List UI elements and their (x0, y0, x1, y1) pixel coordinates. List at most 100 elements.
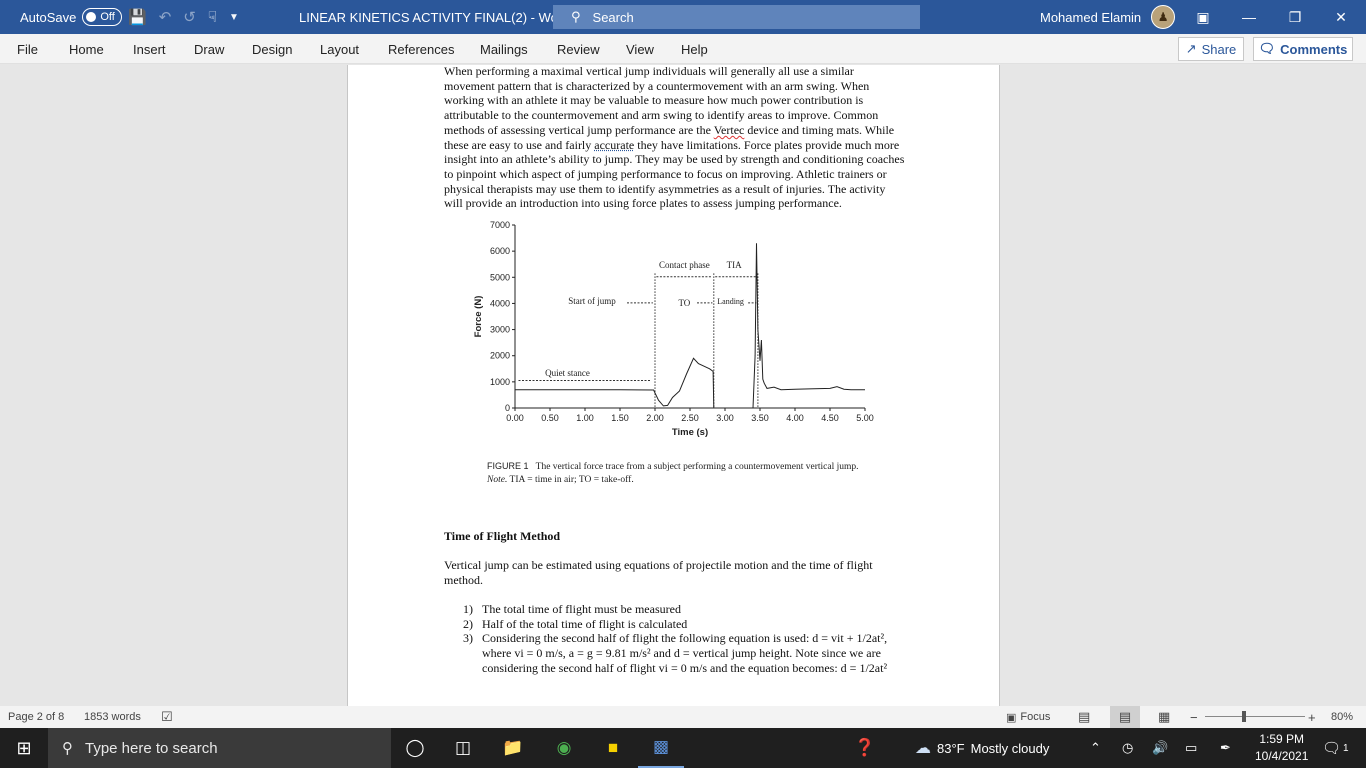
clock-time: 1:59 PM (1259, 732, 1305, 746)
caption-label: FIGURE 1 (487, 461, 529, 471)
tab-help[interactable]: Help (681, 34, 708, 64)
tab-design[interactable]: Design (252, 34, 292, 64)
proofing-icon[interactable]: ☑ (161, 706, 173, 728)
cloud-icon: ☁ (915, 740, 931, 757)
comments-button[interactable]: 🗨 Comments (1253, 37, 1353, 61)
share-icon: ↗ (1185, 41, 1197, 56)
word-count[interactable]: 1853 words (84, 706, 141, 728)
autosave-state: Off (100, 11, 115, 23)
zoom-slider-track[interactable] (1205, 716, 1305, 717)
document-canvas[interactable]: When performing a maximal vertical jump … (0, 65, 1366, 706)
windows-taskbar: ⊞ ⚲ Type here to search ◯ ◫ 📁 ◉ ■ ▩ ❓ ☁ 8… (0, 728, 1366, 768)
ribbon-display-options-icon[interactable]: ▣ (1180, 9, 1226, 26)
autosave-toggle[interactable]: Off (82, 8, 122, 26)
tab-insert[interactable]: Insert (133, 34, 166, 64)
x-tick-label: 0.00 (506, 413, 524, 423)
caption-note-text: TIA = time in air; TO = take-off. (507, 474, 634, 485)
tab-draw[interactable]: Draw (194, 34, 224, 64)
restore-icon[interactable]: ❐ (1272, 9, 1318, 26)
minimize-icon[interactable]: — (1226, 9, 1272, 25)
pen-icon[interactable]: ✒ (1220, 728, 1231, 768)
x-tick-label: 1.00 (576, 413, 594, 423)
x-tick-label: 5.00 (856, 413, 874, 423)
page-count[interactable]: Page 2 of 8 (8, 706, 64, 728)
file-explorer-icon[interactable]: 📁 (490, 728, 536, 768)
avatar[interactable]: ♟ (1151, 5, 1176, 29)
chrome-icon[interactable]: ◉ (541, 728, 587, 768)
user-account[interactable]: Mohamed Elamin ♟ (1040, 0, 1176, 34)
list-item[interactable]: 3) Considering the second half of flight … (463, 631, 893, 675)
autosave-control[interactable]: AutoSave Off (20, 0, 122, 34)
windows-logo-icon: ⊞ (16, 737, 32, 758)
volume-icon[interactable]: 🔊 (1152, 728, 1168, 768)
section-heading: Time of Flight Method (444, 529, 561, 543)
notifications-button[interactable]: 🗨 1 (1322, 728, 1349, 768)
y-tick-label: 3000 (490, 325, 510, 335)
zoom-in-button[interactable]: + (1308, 706, 1316, 728)
intro-paragraph[interactable]: When performing a maximal vertical jump … (444, 65, 906, 211)
weather-widget[interactable]: ☁ 83°F Mostly cloudy (915, 728, 1049, 768)
print-layout-icon[interactable]: ▤ (1110, 706, 1140, 728)
annotation-start-of-jump: Start of jump (568, 296, 616, 306)
comments-label: Comments (1280, 41, 1348, 57)
read-mode-icon[interactable]: ▤ (1078, 706, 1090, 728)
clock[interactable]: 1:59 PM 10/4/2021 (1255, 728, 1308, 768)
method-paragraph[interactable]: Vertical jump can be estimated using equ… (444, 558, 906, 587)
share-button[interactable]: ↗ Share (1178, 37, 1244, 61)
zoom-out-button[interactable]: − (1190, 706, 1198, 728)
show-hidden-icons[interactable]: ⌃ (1090, 728, 1101, 768)
tab-home[interactable]: Home (69, 34, 104, 64)
undo-icon[interactable]: ↶ (159, 8, 172, 26)
tab-review[interactable]: Review (557, 34, 600, 64)
document-page[interactable]: When performing a maximal vertical jump … (347, 65, 1000, 706)
x-tick-label: 1.50 (611, 413, 629, 423)
help-icon[interactable]: ❓ (842, 728, 888, 768)
list-number: 2) (463, 616, 473, 631)
touch-mode-icon[interactable]: ☟ (208, 8, 217, 26)
focus-icon: ▣ (1006, 711, 1017, 724)
spelling-flag-vertec[interactable]: Vertec (714, 123, 745, 137)
annotation-quiet-stance: Quiet stance (545, 368, 590, 378)
start-button[interactable]: ⊞ (0, 728, 48, 768)
user-name: Mohamed Elamin (1040, 9, 1142, 25)
comment-icon: 🗨 (1258, 41, 1276, 56)
cortana-icon[interactable]: ◯ (392, 728, 438, 768)
task-view-icon[interactable]: ◫ (440, 728, 486, 768)
annotation-contact-phase: Contact phase (659, 260, 710, 270)
annotation-to: TO (678, 298, 690, 308)
grammar-flag-accurate[interactable]: accurate (594, 138, 634, 152)
title-bar: AutoSave Off 💾 ↶ ↺ ☟ ▼ LINEAR KINETICS A… (0, 0, 1366, 34)
x-tick-label: 2.50 (681, 413, 699, 423)
list-item[interactable]: 1) The total time of flight must be measu… (463, 602, 893, 617)
list-text: The total time of flight must be measure… (482, 602, 681, 616)
tab-file[interactable]: File (17, 34, 38, 64)
tab-view[interactable]: View (626, 34, 654, 64)
save-icon[interactable]: 💾 (128, 8, 147, 26)
close-icon[interactable]: ✕ (1318, 9, 1364, 26)
redo-icon[interactable]: ↺ (183, 8, 196, 26)
tab-mailings[interactable]: Mailings (480, 34, 528, 64)
list-item[interactable]: 2) Half of the total time of flight is ca… (463, 617, 893, 632)
y-tick-label: 7000 (490, 220, 510, 230)
tab-layout[interactable]: Layout (320, 34, 359, 64)
x-tick-label: 0.50 (541, 413, 559, 423)
search-icon: ⚲ (62, 740, 73, 757)
y-tick-label: 2000 (490, 351, 510, 361)
window-controls: ▣ — ❐ ✕ (1180, 0, 1366, 34)
taskbar-search[interactable]: ⚲ Type here to search (48, 728, 391, 768)
clock-date: 10/4/2021 (1255, 749, 1309, 763)
sticky-notes-icon[interactable]: ■ (590, 728, 636, 768)
numbered-list: 1) The total time of flight must be measu… (463, 602, 893, 676)
battery-icon[interactable]: ▭ (1185, 728, 1197, 768)
web-layout-icon[interactable]: ▦ (1158, 706, 1170, 728)
x-tick-label: 3.00 (716, 413, 734, 423)
zoom-level[interactable]: 80% (1331, 706, 1353, 728)
tab-references[interactable]: References (388, 34, 454, 64)
search-box[interactable]: ⚲ Search (553, 5, 920, 29)
wifi-icon[interactable]: ◷ (1122, 728, 1133, 768)
word-app-icon[interactable]: ▩ (638, 728, 684, 768)
search-placeholder: Search (592, 9, 634, 25)
customize-toolbar-icon[interactable]: ▼ (229, 12, 239, 23)
zoom-slider-thumb[interactable] (1242, 711, 1246, 722)
focus-mode-button[interactable]: ▣ Focus (1006, 706, 1050, 728)
